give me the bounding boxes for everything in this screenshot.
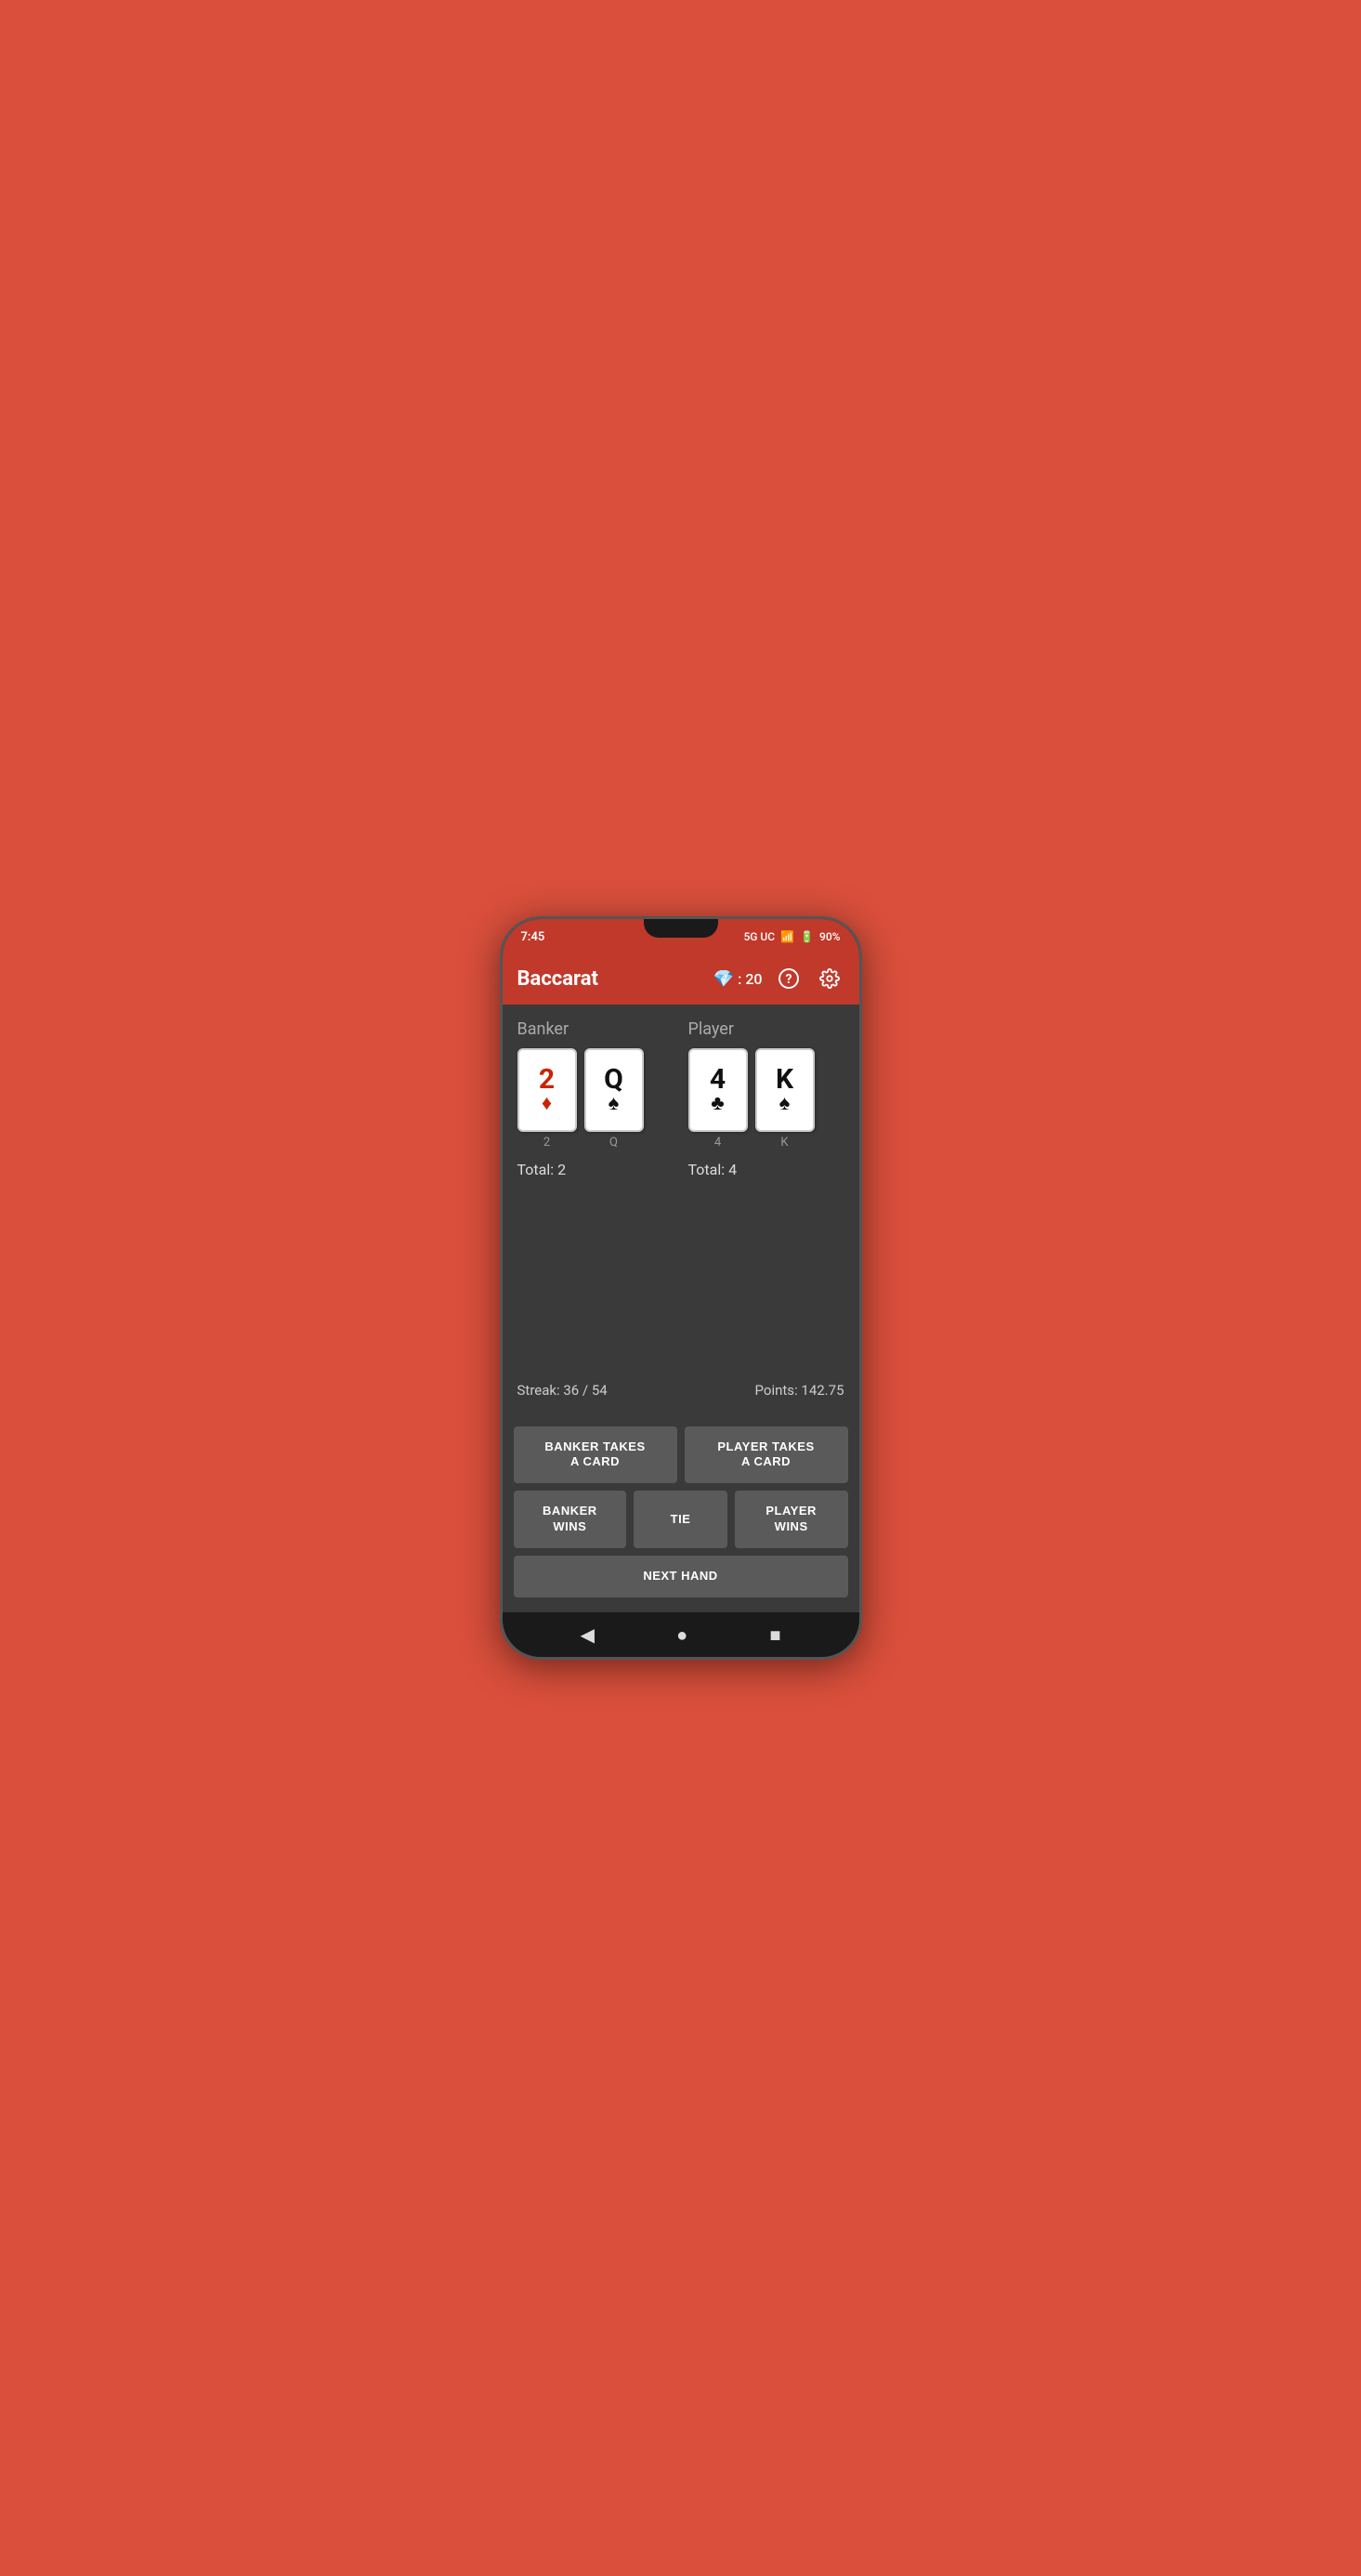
status-time: 7:45 (521, 930, 545, 944)
gem-score-value: 20 (745, 970, 762, 988)
camera-notch (644, 919, 718, 938)
banker-card-1-value: 2 (539, 1066, 555, 1094)
next-hand-button[interactable]: NEXT HAND (514, 1556, 848, 1597)
streak-stat: Streak: 36 / 54 (517, 1382, 608, 1399)
player-label: Player (688, 1019, 844, 1039)
main-content: Banker 2 ♦ 2 Q (503, 1005, 859, 1423)
player-cards-row: 4 ♣ 4 K ♠ K (688, 1048, 844, 1150)
player-card-1-value: 4 (710, 1066, 726, 1094)
signal-icon: 📶 (780, 930, 794, 943)
banker-label: Banker (517, 1019, 674, 1039)
help-button[interactable]: ? (774, 964, 804, 993)
player-total: Total: 4 (688, 1161, 844, 1178)
player-wins-button[interactable]: PLAYERWINS (735, 1491, 848, 1548)
banker-hand-section: Banker 2 ♦ 2 Q (517, 1019, 674, 1374)
banker-card-2-container: Q ♠ Q (584, 1048, 644, 1150)
points-stat: Points: 142.75 (755, 1382, 844, 1399)
network-label: 5G UC (743, 930, 775, 943)
banker-card-2-value: Q (604, 1066, 623, 1094)
player-card-2-name: K (780, 1136, 788, 1150)
player-card-2-suit: ♠ (779, 1094, 791, 1114)
tie-button[interactable]: TIE (634, 1491, 727, 1548)
takes-card-row: BANKER TAKESA CARD PLAYER TAKESA CARD (514, 1426, 848, 1484)
stats-row: Streak: 36 / 54 Points: 142.75 (517, 1374, 844, 1408)
gem-score-display: 💎 : 20 (713, 969, 763, 989)
player-card-2-value: K (776, 1066, 793, 1094)
player-hand-section: Player 4 ♣ 4 K (688, 1019, 844, 1374)
player-card-1-container: 4 ♣ 4 (688, 1048, 748, 1150)
banker-takes-card-button[interactable]: BANKER TAKESA CARD (514, 1426, 677, 1484)
player-card-2: K ♠ (755, 1048, 815, 1132)
battery-icon: 🔋 (800, 930, 814, 943)
back-nav-button[interactable]: ◀ (581, 1623, 595, 1646)
battery-percent: 90% (819, 930, 840, 943)
settings-button[interactable] (815, 964, 844, 993)
top-bar: Baccarat 💎 : 20 ? (503, 953, 859, 1005)
banker-card-1-name: 2 (543, 1136, 550, 1150)
gem-icon: 💎 (713, 969, 734, 989)
bottom-controls: BANKER TAKESA CARD PLAYER TAKESA CARD BA… (503, 1423, 859, 1612)
player-takes-card-button[interactable]: PLAYER TAKESA CARD (685, 1426, 848, 1484)
status-right-icons: 5G UC 📶 🔋 90% (743, 930, 840, 943)
top-bar-right: 💎 : 20 ? (713, 964, 844, 993)
banker-card-2: Q ♠ (584, 1048, 644, 1132)
banker-cards-row: 2 ♦ 2 Q ♠ Q (517, 1048, 674, 1150)
banker-wins-button[interactable]: BANKERWINS (514, 1491, 627, 1548)
banker-card-1-container: 2 ♦ 2 (517, 1048, 577, 1150)
banker-card-1-suit: ♦ (542, 1094, 552, 1114)
app-title: Baccarat (517, 967, 713, 991)
player-card-1-suit: ♣ (711, 1094, 724, 1114)
banker-total: Total: 2 (517, 1161, 674, 1178)
outcome-row: BANKERWINS TIE PLAYERWINS (514, 1491, 848, 1548)
phone-frame: 7:45 5G UC 📶 🔋 90% Baccarat 💎 : 20 (500, 916, 862, 1660)
player-card-1-name: 4 (714, 1136, 721, 1150)
home-nav-button[interactable]: ● (676, 1623, 687, 1647)
game-area: Banker 2 ♦ 2 Q (517, 1019, 844, 1374)
player-card-1: 4 ♣ (688, 1048, 748, 1132)
next-hand-row: NEXT HAND (514, 1556, 848, 1597)
recent-nav-button[interactable]: ■ (769, 1623, 780, 1647)
banker-card-1: 2 ♦ (517, 1048, 577, 1132)
score-separator: : (738, 970, 741, 988)
svg-text:?: ? (785, 972, 792, 987)
banker-card-2-name: Q (609, 1136, 618, 1150)
nav-bar: ◀ ● ■ (503, 1612, 859, 1657)
banker-card-2-suit: ♠ (609, 1094, 620, 1114)
player-card-2-container: K ♠ K (755, 1048, 815, 1150)
